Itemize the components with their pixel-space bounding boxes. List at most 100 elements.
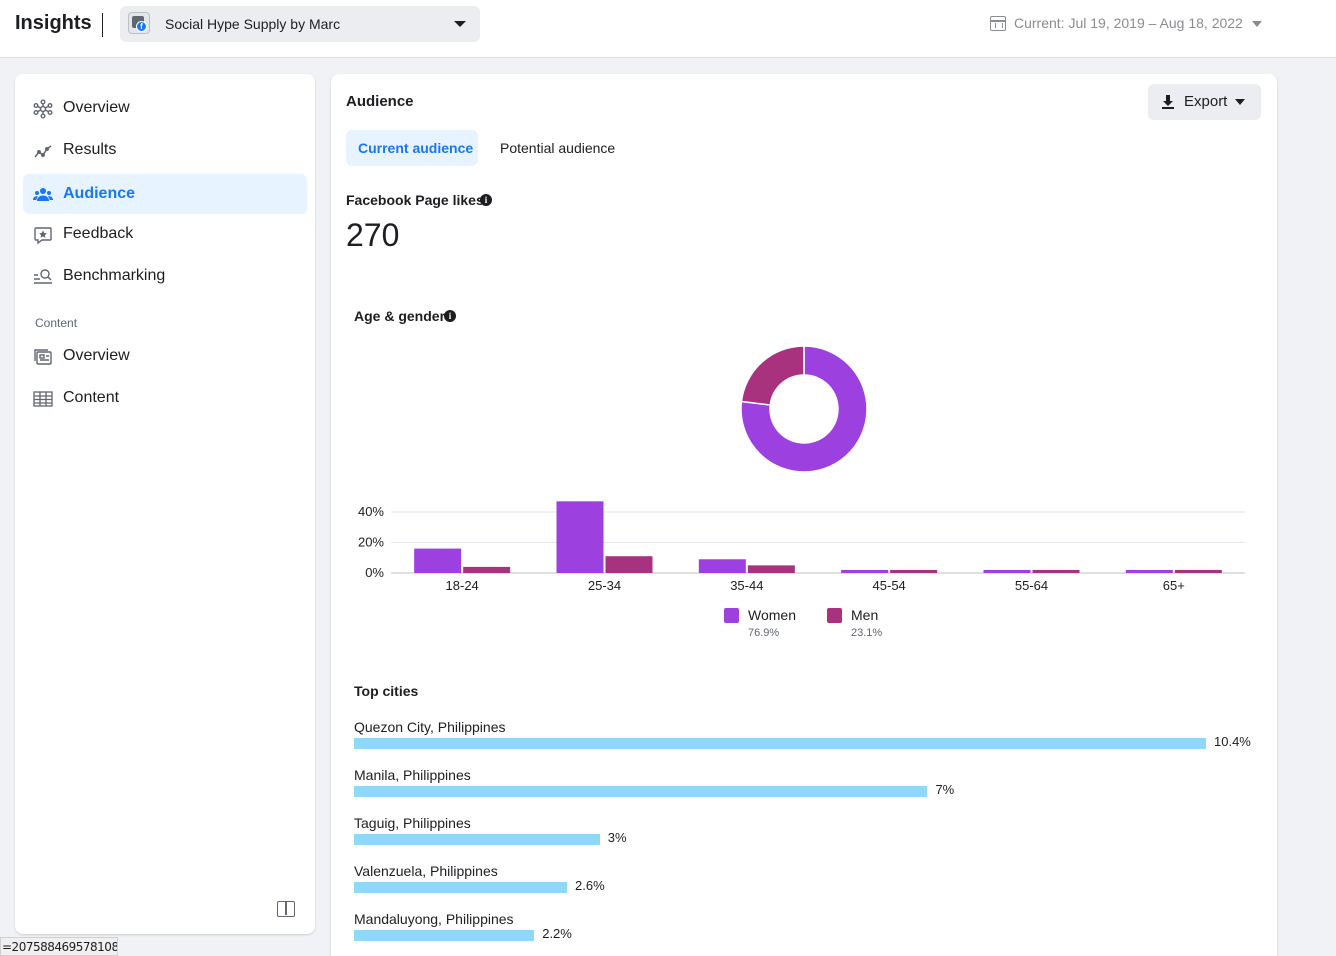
- sidebar-item-benchmarking[interactable]: Benchmarking: [23, 256, 307, 296]
- tab-potential-audience[interactable]: Potential audience: [488, 130, 627, 166]
- top-cities-title: Top cities: [354, 683, 419, 699]
- tab-current-audience[interactable]: Current audience: [346, 130, 478, 166]
- sidebar-item-label: Content: [63, 389, 120, 406]
- date-range-label: Current: Jul 19, 2019 – Aug 18, 2022: [1014, 15, 1243, 31]
- chevron-down-icon: [454, 21, 466, 27]
- gender-donut-chart: [740, 345, 868, 473]
- donut-slice-men: [740, 345, 805, 406]
- x-tick-label: 18-24: [446, 578, 479, 593]
- export-label: Export: [1184, 93, 1228, 110]
- bar-women-65+: [1125, 569, 1173, 573]
- y-tick-label: 40%: [358, 504, 384, 519]
- city-bar: [354, 882, 567, 893]
- sidebar-item-overview[interactable]: Overview: [23, 88, 307, 128]
- age-gender-label: Age & gender: [354, 308, 446, 324]
- city-row: Mandaluyong, Philippines 2.2%: [354, 911, 1264, 951]
- city-row: Valenzuela, Philippines 2.6%: [354, 863, 1264, 903]
- bar-women-25-34: [556, 501, 604, 573]
- bar-men-65+: [1174, 569, 1222, 573]
- bar-men-45-54: [890, 569, 938, 573]
- people-icon: [33, 188, 53, 201]
- bar-women-18-24: [414, 548, 462, 573]
- bar-men-55-64: [1032, 569, 1080, 573]
- sidebar-item-label: Feedback: [63, 225, 134, 242]
- city-bar: [354, 786, 928, 797]
- collapse-sidebar-icon[interactable]: [277, 901, 295, 917]
- chevron-down-icon: [1235, 99, 1245, 105]
- export-button[interactable]: Export: [1148, 84, 1261, 120]
- bar-men-18-24: [463, 566, 511, 573]
- sidebar-item-label: Overview: [63, 347, 130, 364]
- legend-name: Men: [851, 607, 879, 623]
- city-row: Manila, Philippines 7%: [354, 767, 1264, 807]
- city-name: Manila, Philippines: [354, 767, 471, 783]
- info-icon[interactable]: i: [444, 310, 456, 322]
- city-name: Taguig, Philippines: [354, 815, 471, 831]
- bar-women-45-54: [841, 569, 889, 573]
- x-tick-label: 25-34: [588, 578, 621, 593]
- legend-percent: 23.1%: [851, 627, 883, 639]
- network-icon: [33, 99, 53, 119]
- page-likes-label: Facebook Page likes: [346, 192, 484, 208]
- sidebar-item-label: Audience: [63, 185, 136, 202]
- table-grid-icon: [33, 391, 53, 407]
- sidebar-item-content[interactable]: Content: [23, 378, 307, 418]
- legend-swatch: [724, 608, 739, 623]
- city-name: Mandaluyong, Philippines: [354, 911, 514, 927]
- chevron-down-icon: [1252, 21, 1262, 27]
- legend-swatch: [827, 608, 842, 623]
- city-name: Quezon City, Philippines: [354, 719, 506, 735]
- status-tooltip: =2075884695781081: [0, 937, 118, 956]
- x-tick-label: 55-64: [1015, 578, 1048, 593]
- city-bar: [354, 738, 1206, 749]
- city-row: Taguig, Philippines 3%: [354, 815, 1264, 855]
- sidebar-item-label: Benchmarking: [63, 267, 166, 284]
- bar-women-35-44: [698, 559, 746, 573]
- calendar-icon: [990, 16, 1006, 31]
- legend-percent: 76.9%: [748, 627, 780, 639]
- sidebar-section-label: Content: [35, 316, 78, 330]
- city-name: Valenzuela, Philippines: [354, 863, 498, 879]
- age-gender-bar-chart: 0% 20% 40% 18-24 25-34 35-44 45-54 55-64 65+: [358, 501, 1245, 593]
- section-title: Audience: [346, 93, 414, 110]
- facebook-badge-icon: f: [136, 21, 147, 32]
- sidebar-item-content-overview[interactable]: Overview: [23, 336, 307, 376]
- city-row: Quezon City, Philippines 10.4%: [354, 719, 1264, 759]
- y-tick-label: 20%: [358, 535, 384, 550]
- bar-women-55-64: [983, 569, 1031, 573]
- legend-name: Women: [748, 607, 796, 623]
- city-bar: [354, 834, 600, 845]
- sidebar-item-feedback[interactable]: Feedback: [23, 214, 307, 254]
- city-percent: 10.4%: [1214, 734, 1251, 749]
- bar-men-25-34: [605, 556, 653, 573]
- content-overview-icon: [34, 349, 52, 365]
- page-name: Social Hype Supply by Marc: [165, 16, 341, 32]
- city-percent: 7%: [935, 782, 955, 797]
- page-likes-label-text: Facebook Page likes: [346, 192, 484, 208]
- city-percent: 3%: [607, 830, 627, 845]
- title-divider: [102, 13, 103, 37]
- sidebar-item-label: Overview: [63, 99, 130, 116]
- city-bar: [354, 930, 535, 941]
- info-icon[interactable]: i: [480, 194, 492, 206]
- x-tick-label: 35-44: [730, 578, 763, 593]
- page-selector-dropdown[interactable]: f Social Hype Supply by Marc: [120, 6, 480, 42]
- sidebar-item-results[interactable]: Results: [23, 130, 307, 170]
- benchmark-search-icon: [34, 269, 52, 284]
- audience-panel: Audience Export Current audience Potenti…: [331, 74, 1277, 956]
- sidebar-item-audience[interactable]: Audience: [23, 174, 307, 214]
- y-tick-label: 0%: [365, 565, 384, 580]
- city-percent: 2.6%: [575, 878, 605, 893]
- x-tick-label: 65+: [1163, 578, 1185, 593]
- page-likes-value: 270: [346, 217, 400, 253]
- feedback-bubble-icon: [34, 227, 52, 245]
- x-tick-label: 45-54: [873, 578, 906, 593]
- top-bar: Insights f Social Hype Supply by Marc Cu…: [0, 0, 1336, 58]
- city-percent: 2.2%: [542, 926, 572, 941]
- trend-line-icon: [34, 145, 52, 158]
- app-title: Insights: [15, 12, 92, 34]
- sidebar: Overview Results Audience Feedback Bench…: [15, 74, 315, 934]
- download-icon: [1162, 95, 1174, 109]
- bar-men-35-44: [747, 565, 795, 573]
- sidebar-item-label: Results: [63, 141, 117, 158]
